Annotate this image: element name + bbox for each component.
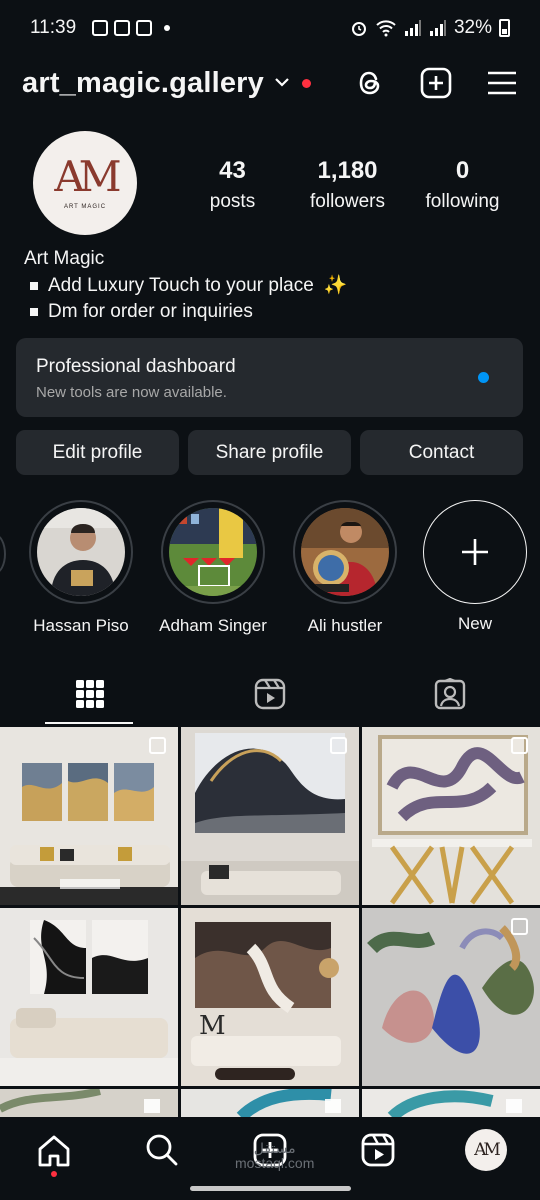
status-time: 11:39 (30, 17, 77, 38)
avatar-caption: ART MAGIC (63, 204, 107, 210)
professional-dashboard[interactable]: Professional dashboard New tools are now… (16, 338, 523, 417)
notification-dot (51, 1171, 57, 1177)
highlight-ring (293, 500, 397, 604)
highlight-name: New (457, 614, 492, 633)
more-notifications-icon (164, 25, 171, 31)
highlight-name: Adham Singer (159, 616, 267, 635)
sparkles-icon: ✨ (323, 274, 348, 296)
create-post-icon[interactable] (420, 67, 452, 99)
menu-icon[interactable] (486, 67, 518, 99)
posts-count[interactable]: 43 posts (175, 157, 290, 213)
carousel-icon (511, 918, 528, 935)
alarm-icon (351, 22, 366, 36)
posts-grid: M (0, 727, 540, 1117)
watermark-line: mostaql.com (235, 1155, 315, 1172)
stat-value: 43 (219, 157, 246, 184)
reels-icon (361, 1133, 395, 1167)
profile-avatar[interactable]: AM ART MAGIC (33, 131, 137, 235)
tab-posts[interactable] (0, 664, 180, 724)
story-highlights: Hassan Piso Adham Singer Ali hustler New (0, 500, 540, 640)
followers-count[interactable]: 1,180 followers (290, 157, 405, 213)
bio-line: Dm for order or inquiries (48, 301, 253, 322)
profile-avatar: AM (465, 1129, 507, 1171)
share-profile-button[interactable]: Share profile (188, 430, 351, 475)
stat-value: 1,180 (317, 157, 378, 184)
post-thumbnail[interactable] (0, 1089, 178, 1117)
post-thumbnail[interactable] (0, 727, 178, 905)
carousel-icon (511, 737, 528, 754)
stat-value: 0 (455, 157, 470, 184)
highlight-partial[interactable] (0, 534, 6, 574)
dashboard-subtitle: New tools are now available. (36, 384, 227, 401)
wifi-icon (376, 20, 396, 37)
highlight-ring (161, 500, 265, 604)
app-notification-icon (136, 20, 153, 36)
stat-label: posts (209, 191, 256, 212)
chevron-down-icon[interactable] (274, 74, 290, 92)
signal-icon (429, 20, 446, 36)
following-count[interactable]: 0 following (405, 157, 520, 213)
stat-label: followers (310, 191, 385, 212)
threads-icon[interactable] (354, 67, 386, 99)
highlight-cover (301, 508, 389, 596)
profile-name: Art Magic (24, 248, 105, 269)
post-thumbnail[interactable] (181, 727, 359, 905)
profile-tabs (0, 664, 540, 724)
post-thumbnail[interactable] (362, 908, 540, 1086)
grid-icon (76, 680, 104, 708)
new-highlight[interactable]: New (423, 500, 527, 634)
carousel-icon (330, 737, 347, 754)
new-indicator-dot (478, 372, 489, 383)
tab-tagged[interactable] (360, 664, 540, 724)
dashboard-title: Professional dashboard (36, 356, 236, 377)
nav-profile[interactable]: AM (432, 1129, 540, 1171)
watermark: مستقل mostaql.com (235, 1140, 315, 1172)
search-icon (146, 1134, 178, 1166)
bullet-square-icon (30, 308, 38, 317)
nav-home[interactable] (0, 1133, 108, 1177)
highlight-name: Ali hustler (307, 616, 383, 635)
highlight-ring (29, 500, 133, 604)
reels-icon (254, 678, 286, 710)
nav-reels[interactable] (324, 1133, 432, 1167)
battery-icon (499, 19, 510, 37)
profile-header: art_magic.gallery (0, 58, 540, 108)
post-thumbnail[interactable] (181, 1089, 359, 1117)
post-thumbnail[interactable]: M (181, 908, 359, 1086)
stat-label: following (425, 191, 500, 212)
battery-percent: 32% (453, 17, 492, 38)
signal-icon (404, 20, 421, 36)
post-thumbnail[interactable] (362, 1089, 540, 1117)
gallery-notification-icon (92, 20, 109, 36)
highlight-name: Hassan Piso (33, 616, 129, 635)
tagged-icon (434, 678, 466, 710)
highlight-item[interactable]: Ali hustler (293, 500, 397, 636)
notification-dot (301, 78, 311, 88)
highlight-item[interactable]: Adham Singer (159, 500, 267, 636)
home-icon (38, 1135, 70, 1167)
bullet-square-icon (30, 281, 38, 290)
gesture-bar[interactable] (190, 1186, 351, 1191)
highlight-cover (169, 508, 257, 596)
profile-actions: Edit profile Share profile Contact (16, 430, 523, 475)
tab-reels[interactable] (180, 664, 360, 724)
watermark-line: مستقل (253, 1140, 296, 1156)
plus-icon (423, 500, 527, 604)
profile-stats: 43 posts 1,180 followers 0 following (175, 157, 520, 213)
post-thumbnail[interactable] (0, 908, 178, 1086)
highlight-cover (37, 508, 125, 596)
nav-search[interactable] (108, 1133, 216, 1167)
profile-bio: Art Magic Add Luxury Touch to your place… (24, 246, 524, 326)
contact-button[interactable]: Contact (360, 430, 523, 475)
account-switcher[interactable]: art_magic.gallery (22, 67, 264, 100)
edit-profile-button[interactable]: Edit profile (16, 430, 179, 475)
post-thumbnail[interactable] (362, 727, 540, 905)
avatar-monogram: AM (54, 152, 121, 201)
carousel-icon (149, 737, 166, 754)
app-notification-icon (114, 20, 131, 36)
highlight-item[interactable]: Hassan Piso (29, 500, 133, 636)
bio-line: Add Luxury Touch to your place (48, 274, 314, 296)
status-bar: 11:39 32% (0, 0, 540, 56)
